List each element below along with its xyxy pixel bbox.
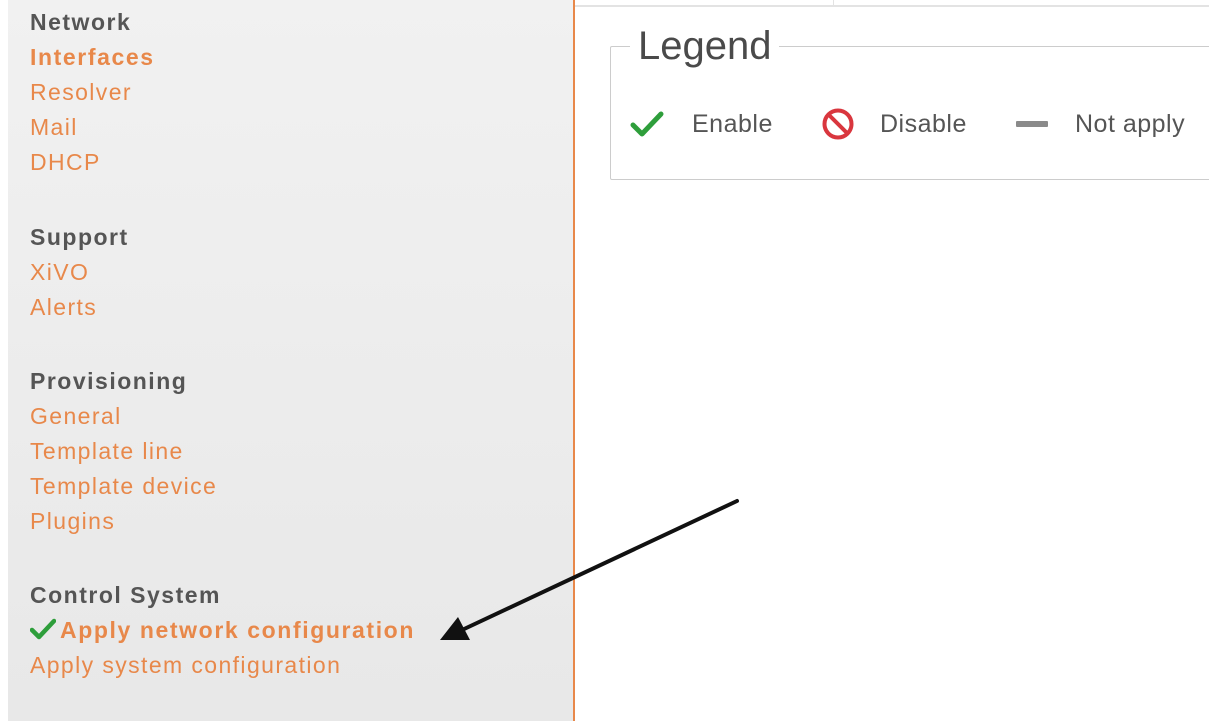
annotation-arrow [440, 499, 739, 640]
